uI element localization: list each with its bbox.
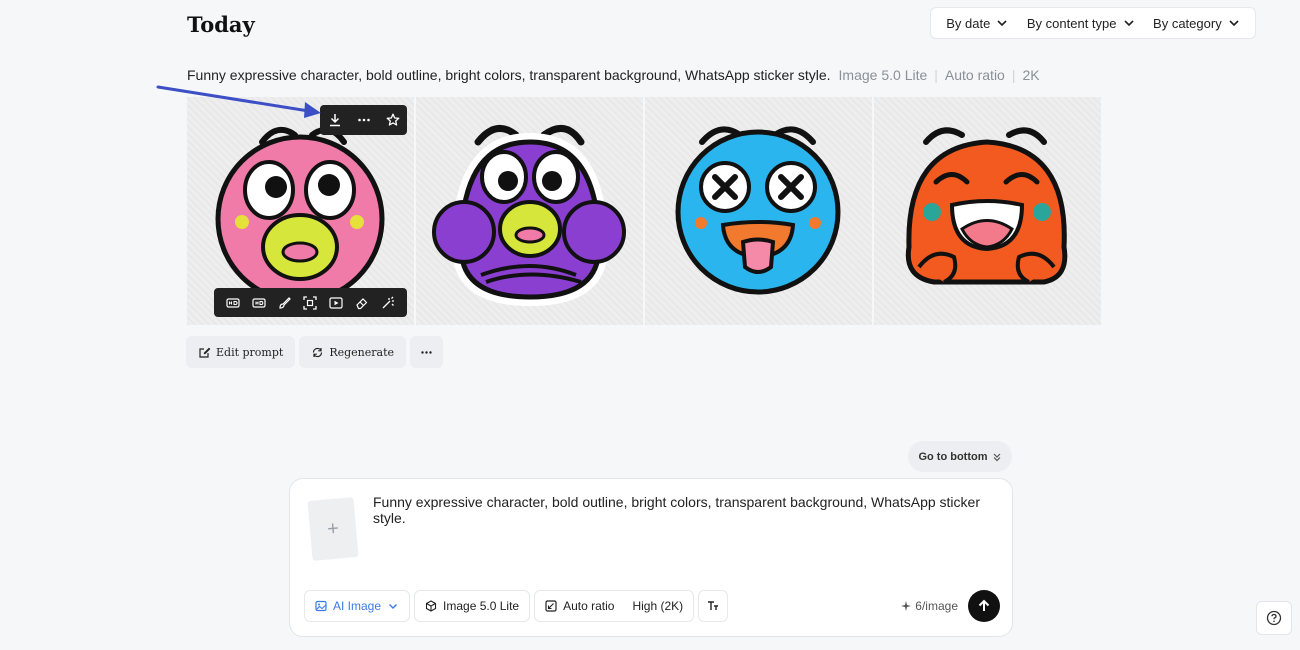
- help-button[interactable]: [1256, 601, 1292, 635]
- model-label: Image 5.0 Lite: [443, 599, 520, 613]
- retouch-button[interactable]: [276, 294, 294, 312]
- more-horizontal-icon: [357, 118, 370, 122]
- more-actions-button[interactable]: [410, 336, 444, 368]
- double-chevron-down-icon: [993, 453, 1000, 461]
- play-icon: [329, 296, 343, 309]
- upscale-button[interactable]: [224, 294, 242, 312]
- hd-button[interactable]: [250, 294, 268, 312]
- generation-prompt: Funny expressive character, bold outline…: [187, 67, 831, 83]
- sticker-blue-tongue: [675, 126, 841, 295]
- generated-image-2[interactable]: [416, 97, 643, 325]
- help-icon: [1266, 610, 1282, 626]
- image-hover-toolbar: [320, 105, 407, 135]
- magic-wand-icon: [382, 296, 394, 308]
- sticker-purple-arms-crossed: [432, 124, 626, 307]
- upload-reference-button[interactable]: +: [307, 497, 359, 561]
- regenerate-button[interactable]: Regenerate: [299, 336, 407, 368]
- generation-prompt-line: Funny expressive character, bold outline…: [187, 67, 1040, 83]
- generation-ratio: Auto ratio: [944, 67, 1005, 83]
- mode-label: AI Image: [333, 599, 382, 613]
- generation-resolution: 2K: [1022, 67, 1040, 83]
- go-to-bottom-button[interactable]: Go to bottom: [908, 441, 1012, 472]
- eraser-icon: [356, 297, 368, 309]
- quality-label: High (2K): [632, 599, 684, 613]
- sticker-orange-laughing: [905, 127, 1068, 285]
- hd-icon: [252, 297, 266, 308]
- generation-actions: Edit prompt Regenerate: [186, 336, 444, 368]
- image-edit-toolbar: [214, 288, 407, 317]
- animate-button[interactable]: [327, 294, 345, 312]
- cube-icon: [425, 600, 437, 612]
- filter-label: By category: [1153, 15, 1222, 31]
- image-icon: [315, 600, 327, 612]
- text-style-button[interactable]: [698, 590, 729, 622]
- edit-icon: [199, 347, 211, 358]
- text-size-icon: [708, 601, 719, 610]
- send-button[interactable]: [968, 590, 1000, 622]
- chevron-down-icon: [997, 20, 1007, 27]
- credit-cost: 6/image: [901, 599, 958, 613]
- expand-button[interactable]: [301, 294, 319, 312]
- regenerate-label: Regenerate: [329, 345, 395, 359]
- star-icon: [386, 113, 399, 126]
- filter-label: By content type: [1026, 15, 1117, 31]
- composer-toolbar: AI Image Image 5.0 Lite Auto ratio High …: [304, 590, 1000, 622]
- sparkle-icon: [901, 601, 912, 611]
- chevron-down-icon: [1229, 20, 1239, 27]
- favorite-button[interactable]: [384, 111, 402, 129]
- plus-icon: +: [326, 517, 340, 540]
- prompt-input[interactable]: Funny expressive character, bold outline…: [373, 494, 1012, 526]
- magic-edit-button[interactable]: [379, 294, 397, 312]
- image-gallery: [187, 97, 1101, 325]
- prompt-composer: + Funny expressive character, bold outli…: [289, 478, 1013, 637]
- chevron-down-icon: [389, 604, 398, 609]
- separator: |: [934, 67, 938, 83]
- filter-by-date[interactable]: By date: [946, 16, 1008, 31]
- page-title: Today: [187, 12, 255, 37]
- generated-image-1[interactable]: [187, 97, 414, 325]
- filter-bar: By date By content type By category: [930, 7, 1256, 39]
- chevron-down-icon: [1123, 20, 1134, 27]
- filter-by-category[interactable]: By category: [1153, 16, 1240, 31]
- go-to-bottom-label: Go to bottom: [918, 450, 988, 463]
- expand-icon: [303, 295, 318, 310]
- filter-label: By date: [946, 15, 991, 31]
- more-horizontal-icon: [421, 350, 432, 354]
- edit-prompt-button[interactable]: Edit prompt: [186, 336, 296, 368]
- annotation-arrow: [156, 85, 321, 118]
- ratio-quality-selector[interactable]: Auto ratio High (2K): [534, 590, 695, 622]
- filter-by-content-type[interactable]: By content type: [1027, 16, 1135, 31]
- generated-image-3[interactable]: [645, 97, 872, 325]
- ratio-label: Auto ratio: [563, 599, 615, 613]
- generated-image-4[interactable]: [874, 97, 1101, 325]
- edit-prompt-label: Edit prompt: [216, 345, 284, 359]
- separator: |: [1011, 67, 1016, 83]
- aspect-ratio-icon: [545, 600, 557, 612]
- mode-selector[interactable]: AI Image: [304, 590, 411, 622]
- hd-icon: [226, 297, 240, 308]
- arrow-up-icon: [978, 599, 990, 611]
- brush-icon: [279, 296, 291, 309]
- model-selector[interactable]: Image 5.0 Lite: [414, 590, 531, 622]
- eraser-button[interactable]: [353, 294, 371, 312]
- refresh-icon: [313, 347, 323, 357]
- more-options-button[interactable]: [355, 111, 373, 129]
- generation-model: Image 5.0 Lite: [838, 67, 928, 83]
- credit-cost-label: 6/image: [915, 599, 958, 613]
